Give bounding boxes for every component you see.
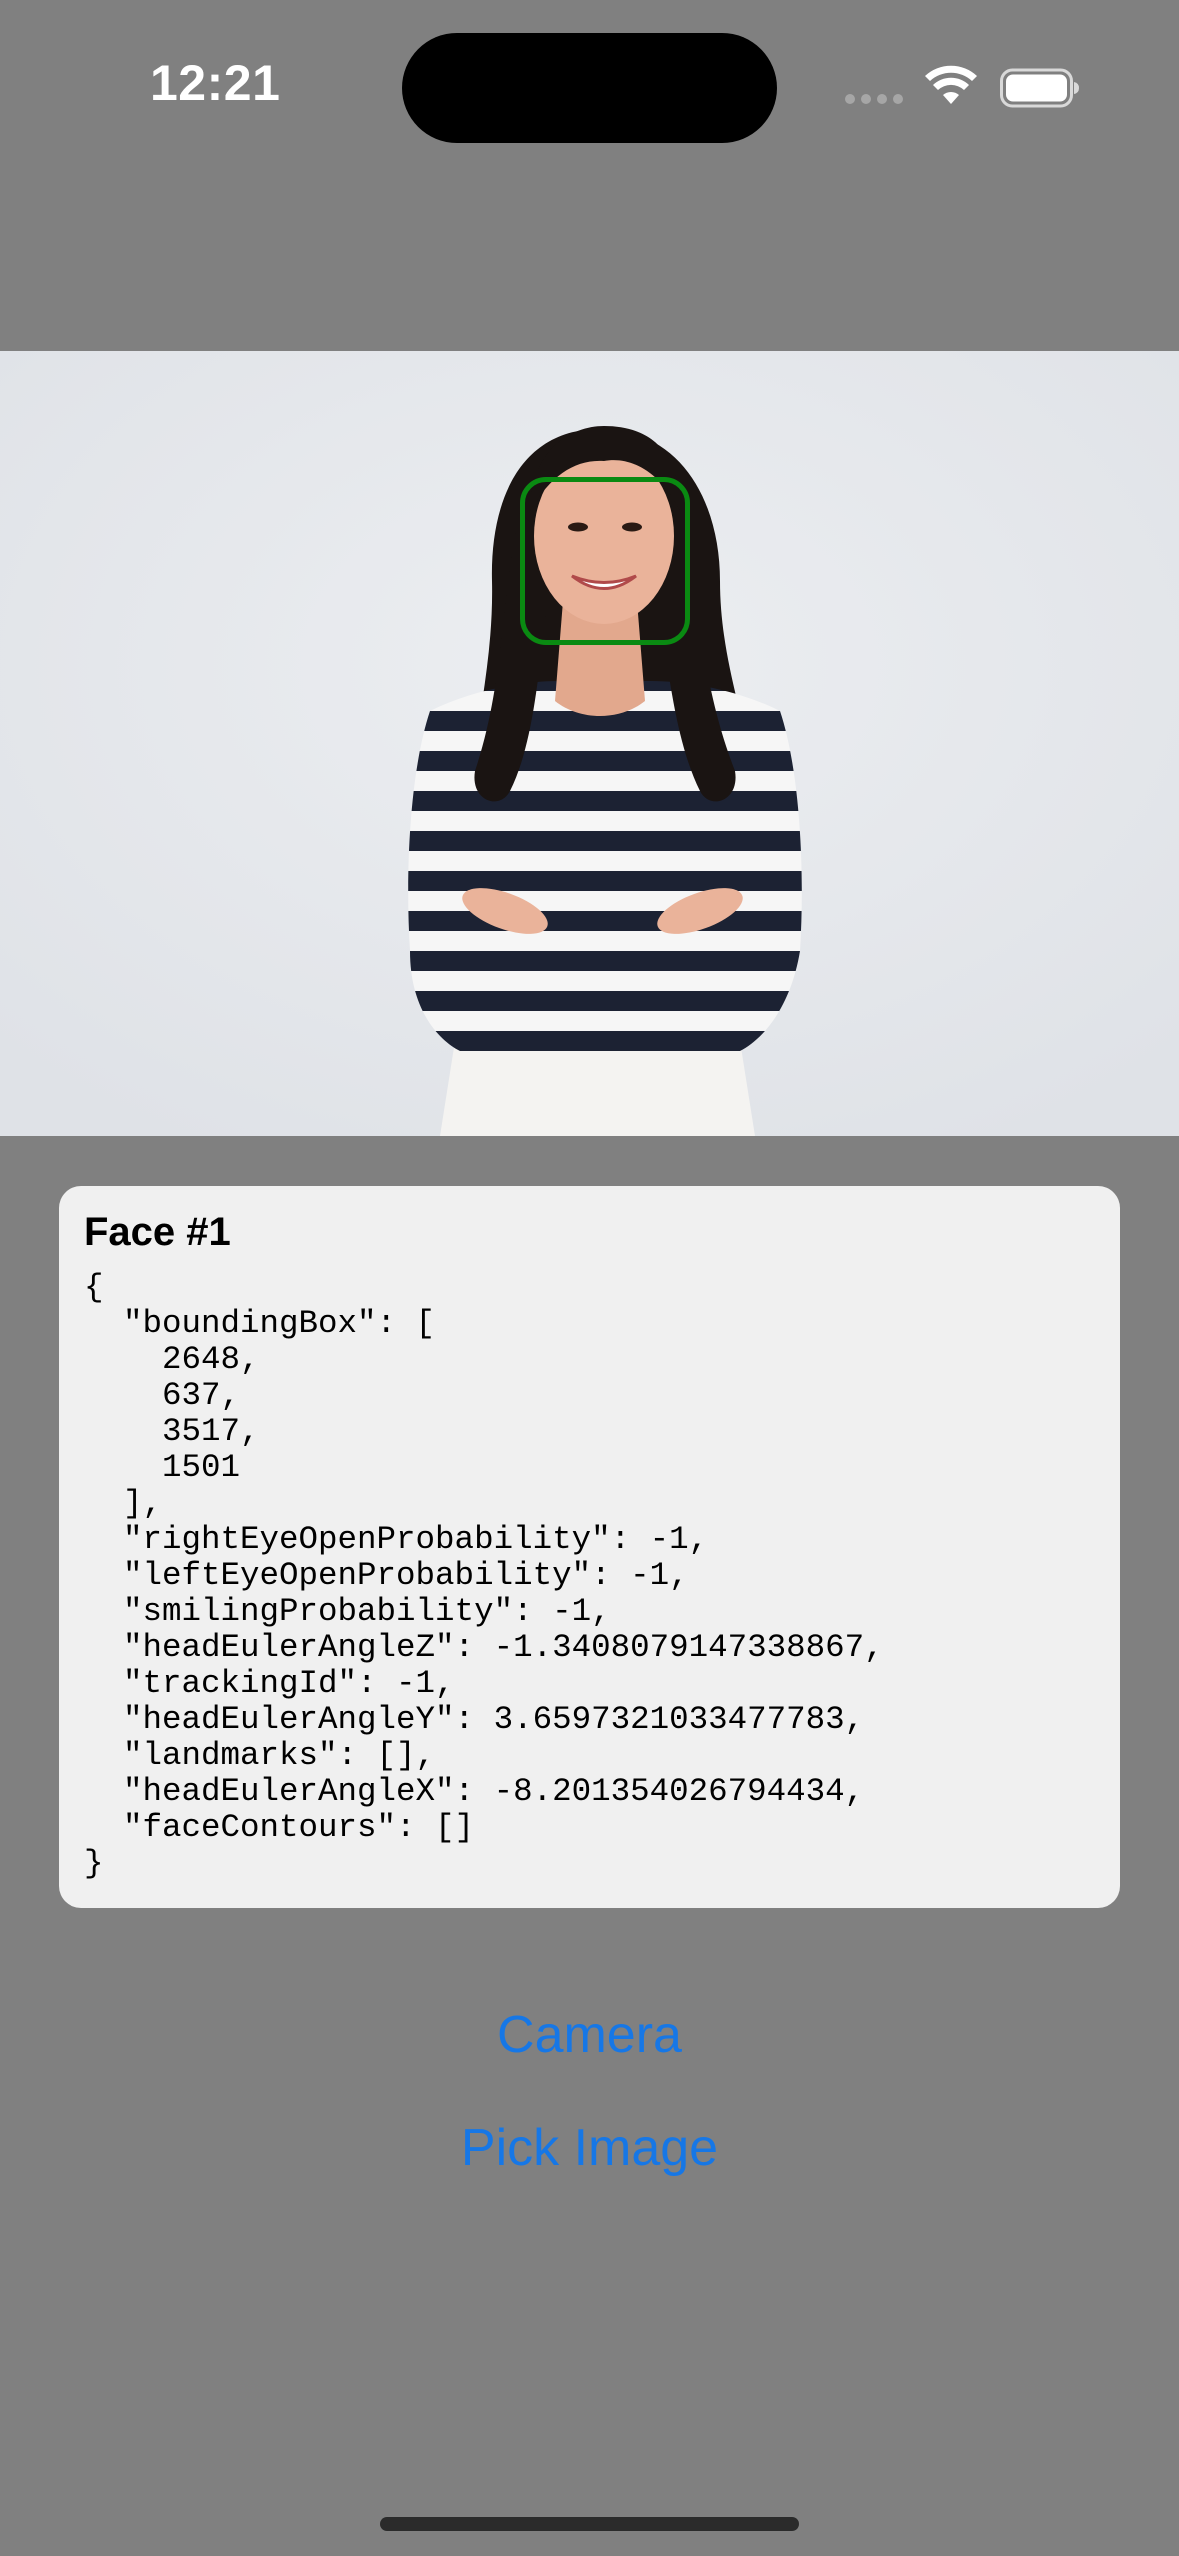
status-time: 12:21 bbox=[150, 55, 281, 111]
wifi-icon bbox=[925, 65, 977, 104]
pick-image-button[interactable]: Pick Image bbox=[0, 2118, 1179, 2178]
face-title: Face #1 bbox=[84, 1210, 231, 1254]
face-bounding-box bbox=[520, 477, 690, 645]
face-json-output: { "boundingBox": [ 2648, 637, 3517, 1501… bbox=[84, 1269, 884, 1882]
camera-button[interactable]: Camera bbox=[0, 2005, 1179, 2065]
home-indicator[interactable] bbox=[380, 2517, 799, 2531]
cellular-signal-icon bbox=[845, 94, 903, 104]
battery-icon bbox=[1000, 68, 1079, 108]
face-result-card: Face #1 { "boundingBox": [ 2648, 637, 35… bbox=[59, 1186, 1120, 1908]
dynamic-island bbox=[402, 33, 777, 143]
selected-photo bbox=[0, 351, 1179, 1136]
